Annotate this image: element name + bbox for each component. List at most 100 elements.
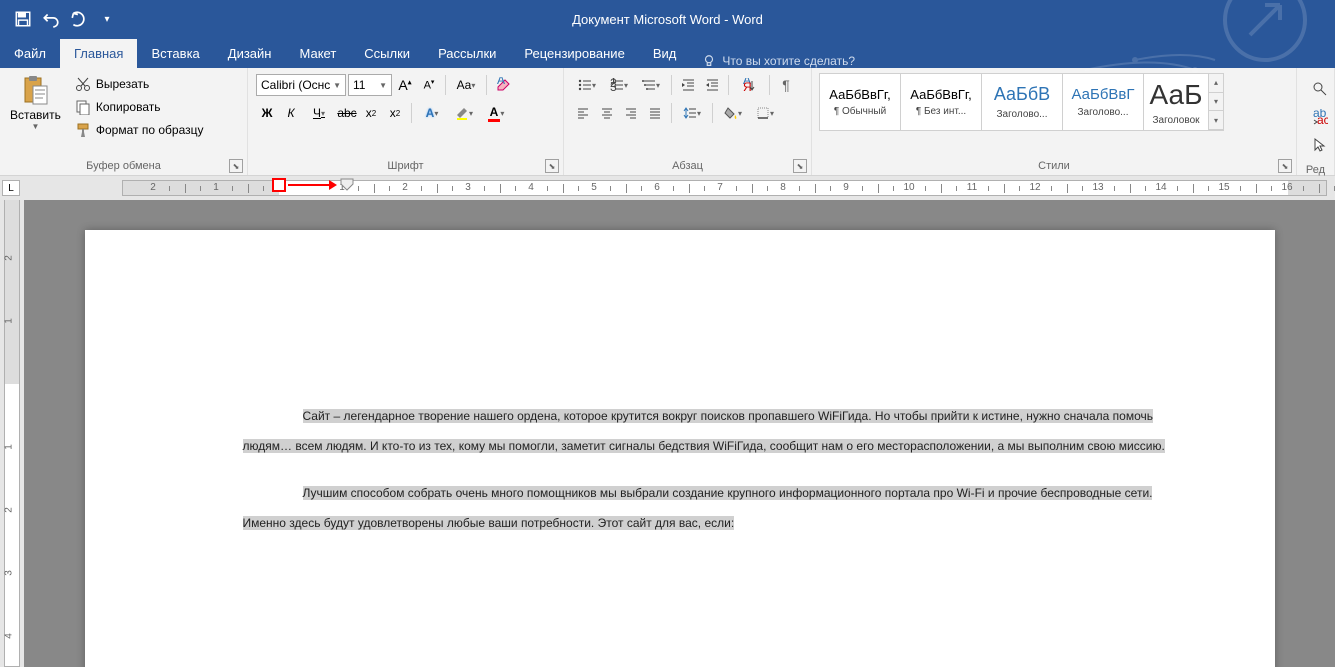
sort-button[interactable]: АЯ [734,74,764,96]
horizontal-ruler-area: L 2112345678910111213141516 [0,176,1335,200]
bullets-button[interactable]: ▾ [572,74,602,96]
style-name: Заголово... [1078,107,1129,118]
tab-insert[interactable]: Вставка [137,39,213,68]
cursor-icon [1312,137,1328,153]
group-paragraph: ▾ 123▾ ▾ АЯ ¶ ▾ ▾ ▾ [564,68,812,175]
find-icon [1312,81,1328,97]
page-viewport[interactable]: Сайт – легендарное творение нашего орден… [24,200,1335,667]
replace-button[interactable]: abac [1309,106,1331,128]
first-line-indent-marker[interactable] [340,178,354,196]
align-right-button[interactable] [620,102,642,124]
lightbulb-icon [702,54,716,68]
brush-icon [75,122,91,138]
group-styles: АаБбВвГг,¶ Обычный АаБбВвГг,¶ Без инт...… [812,68,1297,175]
multilevel-button[interactable]: ▾ [636,74,666,96]
save-icon[interactable] [14,10,32,28]
style-normal[interactable]: АаБбВвГг,¶ Обычный [819,73,901,131]
find-button[interactable] [1309,78,1331,100]
tab-file[interactable]: Файл [0,39,60,68]
style-preview: АаБбВвГг, [829,87,890,102]
style-nospacing[interactable]: АаБбВвГг,¶ Без инт... [900,73,982,131]
underline-button[interactable]: Ч ▾ [304,102,334,124]
italic-button[interactable]: К [280,102,302,124]
tab-view[interactable]: Вид [639,39,691,68]
line-spacing-icon [683,106,697,120]
group-label-font: Шрифт [252,160,559,175]
align-center-button[interactable] [596,102,618,124]
group-font: Calibri (Оснс▼ 11▼ A▴ A▾ Aa▾ A Ж К Ч ▾ a… [248,68,564,175]
tab-design[interactable]: Дизайн [214,39,286,68]
decrease-indent-button[interactable] [677,74,699,96]
style-preview: АаБбВвГ [1071,86,1134,103]
style-heading1[interactable]: АаБбВЗаголово... [981,73,1063,131]
superscript-button[interactable]: x2 [384,102,406,124]
vertical-ruler[interactable]: 211234 [0,200,24,667]
highlighter-icon [455,106,469,120]
qat-customize-icon[interactable]: ▾ [98,10,116,28]
copy-button[interactable]: Копировать [71,97,208,117]
group-label-paragraph: Абзац [568,160,807,175]
justify-button[interactable] [644,102,666,124]
replace-icon: abac [1312,109,1328,125]
numbering-button[interactable]: 123▾ [604,74,634,96]
clipboard-launcher[interactable]: ⬊ [229,159,243,173]
paste-button[interactable]: Вставить ▼ [4,70,67,135]
style-name: Заголово... [997,109,1048,120]
tab-mailings[interactable]: Рассылки [424,39,510,68]
align-left-button[interactable] [572,102,594,124]
horizontal-ruler[interactable]: 2112345678910111213141516 [122,180,1327,196]
styles-more-button[interactable]: ▴▾▾ [1208,73,1224,131]
paragraph-2[interactable]: Лучшим способом собрать очень много помо… [243,477,1175,538]
sort-icon: АЯ [742,78,756,92]
borders-button[interactable]: ▾ [750,102,780,124]
paragraph-1[interactable]: Сайт – легендарное творение нашего орден… [243,400,1175,461]
indent-icon [705,78,719,92]
redo-icon[interactable] [70,10,88,28]
svg-text:ac: ac [1317,113,1328,125]
bullets-icon [578,78,592,92]
tab-references[interactable]: Ссылки [350,39,424,68]
show-marks-button[interactable]: ¶ [775,74,797,96]
svg-text:Я: Я [743,80,752,92]
scissors-icon [75,76,91,92]
font-name-value: Calibri (Оснс [261,78,330,92]
font-name-combo[interactable]: Calibri (Оснс▼ [256,74,346,96]
select-button[interactable] [1309,134,1331,156]
font-size-combo[interactable]: 11▼ [348,74,392,96]
style-heading2[interactable]: АаБбВвГ Заголово... [1062,73,1144,131]
font-color-button[interactable]: A▾ [481,102,511,124]
style-title[interactable]: АаБЗаголовок [1143,73,1209,131]
page: Сайт – легендарное творение нашего орден… [85,230,1275,667]
tab-home[interactable]: Главная [60,39,137,68]
format-painter-button[interactable]: Формат по образцу [71,120,208,140]
document-area: 211234 Сайт – легендарное творение нашег… [0,200,1335,667]
tab-review[interactable]: Рецензирование [510,39,638,68]
tab-selector[interactable]: L [2,180,20,196]
text-effects-button[interactable]: A▾ [417,102,447,124]
bold-button[interactable]: Ж [256,102,278,124]
grow-font-button[interactable]: A▴ [394,74,416,96]
format-painter-label: Формат по образцу [96,123,204,137]
justify-icon [648,106,662,120]
styles-launcher[interactable]: ⬊ [1278,159,1292,173]
copy-label: Копировать [96,100,161,114]
tab-layout[interactable]: Макет [285,39,350,68]
tell-me-search[interactable]: Что вы хотите сделать? [690,54,867,68]
tell-me-placeholder: Что вы хотите сделать? [722,54,855,68]
clear-formatting-button[interactable]: A [492,74,514,96]
font-launcher[interactable]: ⬊ [545,159,559,173]
shrink-font-button[interactable]: A▾ [418,74,440,96]
subscript-button[interactable]: x2 [360,102,382,124]
undo-icon[interactable] [42,10,60,28]
cut-button[interactable]: Вырезать [71,74,208,94]
increase-indent-button[interactable] [701,74,723,96]
line-spacing-button[interactable]: ▾ [677,102,707,124]
paste-label: Вставить [10,108,61,122]
svg-text:3: 3 [610,80,617,92]
change-case-button[interactable]: Aa▾ [451,74,481,96]
highlight-button[interactable]: ▾ [449,102,479,124]
shading-button[interactable]: ▾ [718,102,748,124]
paragraph-launcher[interactable]: ⬊ [793,159,807,173]
bucket-icon [724,106,738,120]
strikethrough-button[interactable]: abc [336,102,358,124]
